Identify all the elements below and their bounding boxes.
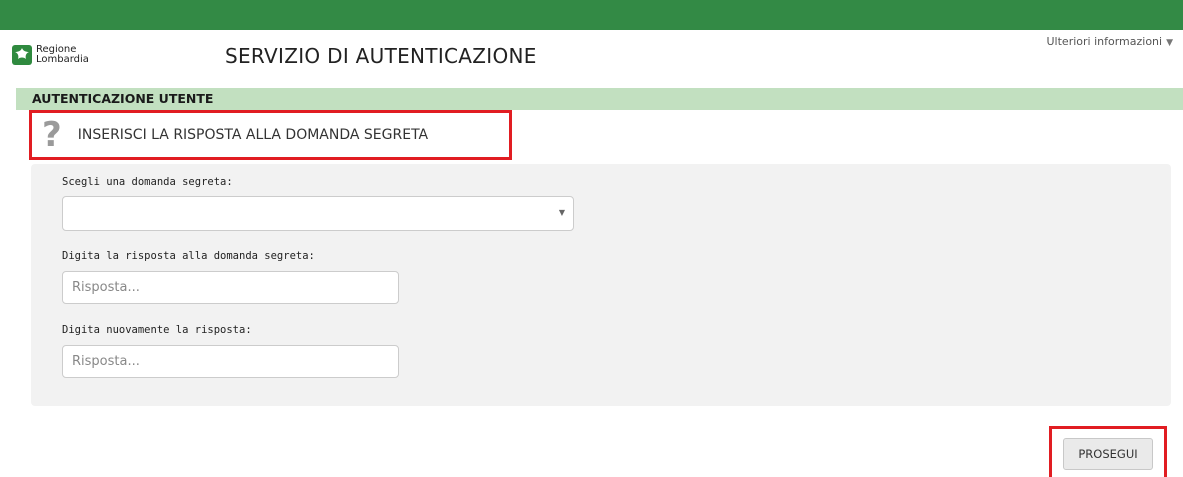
proceed-button[interactable]: PROSEGUI [1063,438,1153,470]
secret-question-select[interactable]: ▼ [62,196,574,231]
form-heading: INSERISCI LA RISPOSTA ALLA DOMANDA SEGRE… [77,127,429,143]
question-mark-icon: ? [42,115,62,155]
answer-label: Digita la risposta alla domanda segreta: [62,250,315,262]
confirm-answer-input[interactable] [62,345,399,378]
logo-line-2: Lombardia [36,54,89,65]
answer-input[interactable] [62,271,399,304]
top-bar [0,0,1183,30]
chevron-down-icon: ▼ [1166,38,1173,48]
confirm-label: Digita nuovamente la risposta: [62,324,252,336]
question-label: Scegli una domanda segreta: [62,176,233,188]
more-info-menu[interactable]: Ulteriori informazioni ▼ [1047,35,1174,48]
page-title: SERVIZIO DI AUTENTICAZIONE [225,44,537,68]
chevron-down-icon: ▼ [558,208,565,217]
heading-highlight: ? INSERISCI LA RISPOSTA ALLA DOMANDA SEG… [29,110,512,160]
logo: Regione Lombardia [12,40,89,70]
section-bar: AUTENTICAZIONE UTENTE [16,88,1183,110]
more-info-label: Ulteriori informazioni [1046,35,1163,48]
region-logo-icon [12,45,32,65]
section-title: AUTENTICAZIONE UTENTE [32,91,214,106]
